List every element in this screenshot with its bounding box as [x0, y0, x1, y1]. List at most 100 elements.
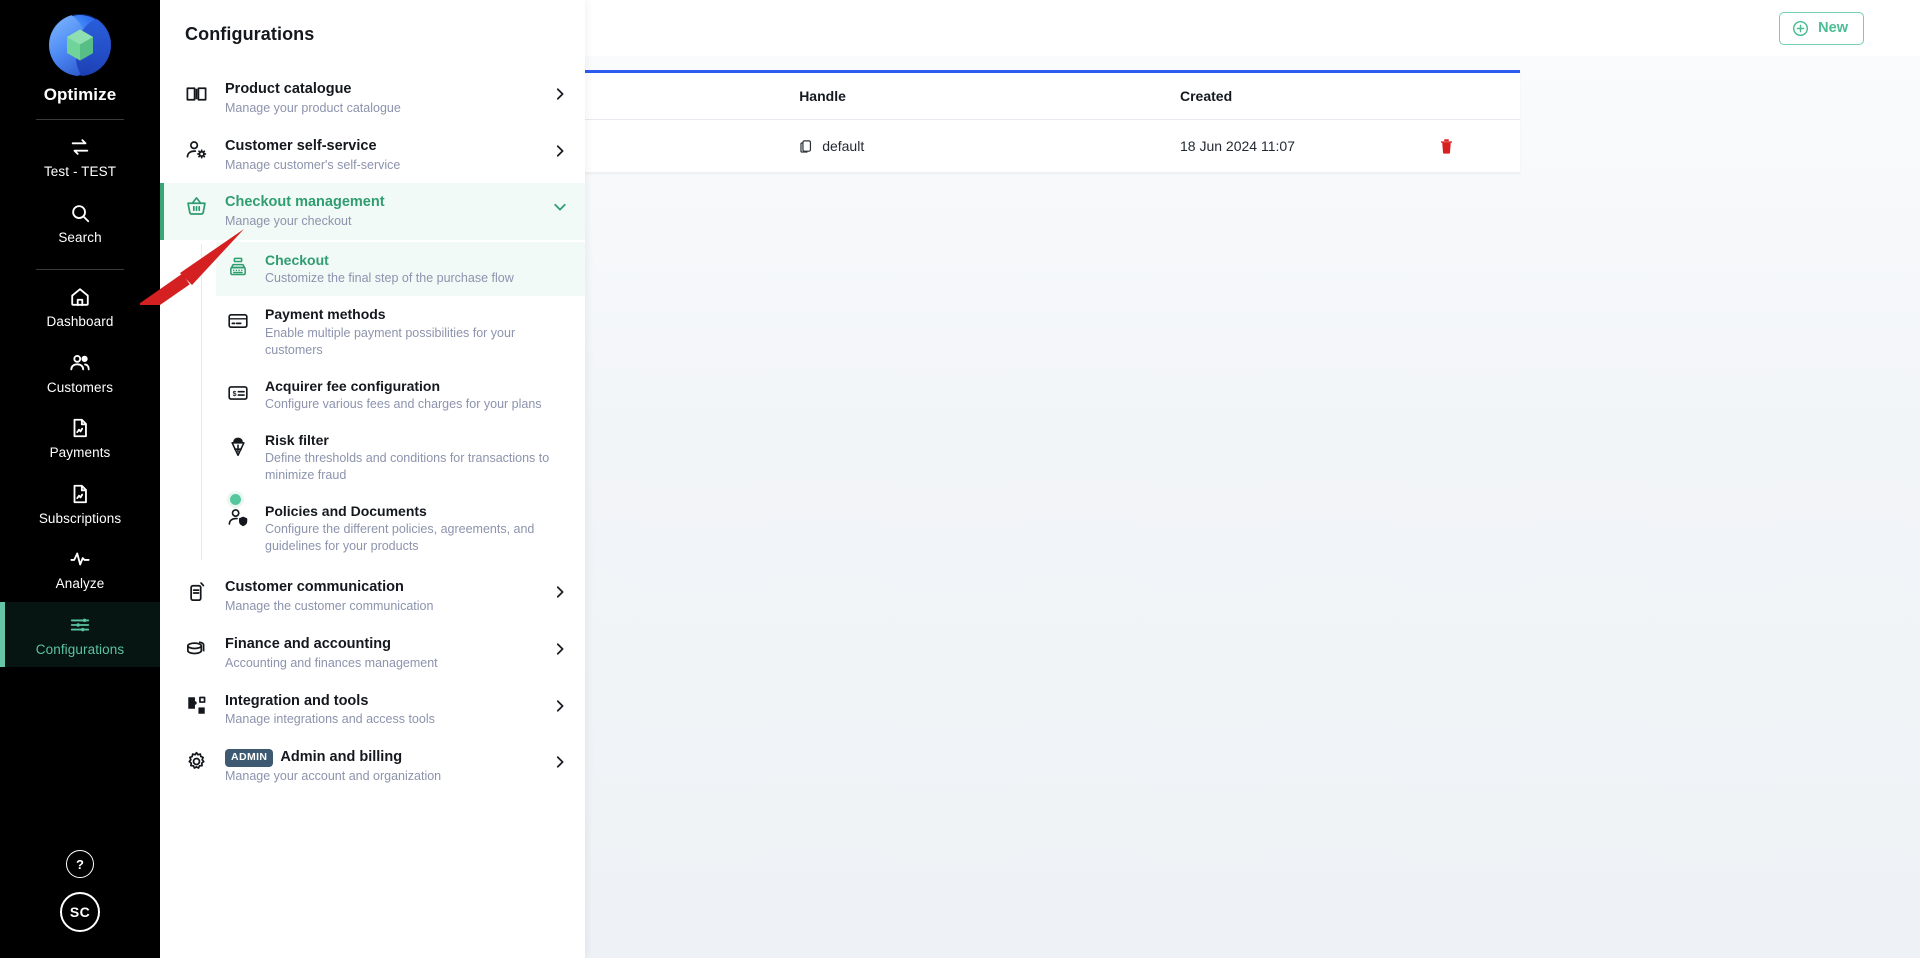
- sidebar-item-configurations[interactable]: Configurations: [0, 601, 160, 667]
- cell-handle: default: [799, 119, 1180, 174]
- rail-divider-2: [36, 269, 124, 270]
- credit-card-icon: [228, 314, 248, 329]
- app-root: Optimize Test - TEST Search Dashboard Cu…: [0, 0, 1920, 958]
- user-shield-icon: [228, 509, 248, 527]
- cash-register-icon: [230, 257, 246, 276]
- configurations-panel: Configurations Product catalogue Manage …: [160, 0, 585, 958]
- column-header-created[interactable]: Created: [1179, 73, 1439, 121]
- group-texts: ADMIN Admin and billing Manage your accou…: [225, 748, 536, 785]
- group-title: Checkout management: [225, 194, 385, 211]
- chevron-right-icon: [556, 699, 564, 712]
- sidebar-item-payments[interactable]: Payments: [0, 405, 160, 471]
- subitem-texts: Payment methods Enable multiple payment …: [265, 305, 567, 358]
- primary-sidebar: Optimize Test - TEST Search Dashboard Cu…: [0, 0, 160, 958]
- money-card-icon: $: [228, 385, 248, 400]
- sidebar-item-dashboard[interactable]: Dashboard: [0, 274, 160, 340]
- plus-circle-icon: [1793, 20, 1809, 36]
- sidebar-item-search[interactable]: Search: [0, 190, 160, 256]
- config-group-admin-and-billing[interactable]: ADMIN Admin and billing Manage your accou…: [160, 738, 585, 795]
- sidebar-label: Test - TEST: [43, 164, 117, 179]
- group-title: Finance and accounting: [225, 635, 391, 652]
- sidebar-label: Dashboard: [46, 314, 114, 329]
- chevron-right-icon: [556, 643, 564, 655]
- sidebar-label: Customers: [46, 379, 114, 395]
- gear-icon: [188, 752, 205, 770]
- sliders-icon: [70, 618, 90, 631]
- sidebar-label: Configurations: [35, 641, 125, 657]
- users-icon: [70, 354, 90, 370]
- group-texts: Customer communication Manage the custom…: [225, 578, 536, 615]
- subitem-subtitle: Configure various fees and charges for y…: [265, 396, 542, 411]
- sidebar-item-subscriptions[interactable]: Subscriptions: [0, 471, 160, 537]
- avatar[interactable]: SC: [60, 892, 100, 932]
- delete-row-button[interactable]: [1438, 137, 1455, 155]
- sidebar-item-test-test[interactable]: Test - TEST: [0, 124, 160, 190]
- sidebar-label: Analyze: [55, 576, 105, 591]
- config-subitem-payment-methods[interactable]: Payment methods Enable multiple payment …: [216, 296, 585, 367]
- document-chart-icon: [73, 418, 87, 438]
- copy-icon[interactable]: [799, 139, 814, 154]
- subitem-subtitle: Enable multiple payment possibilities fo…: [265, 325, 516, 357]
- config-group-checkout-management[interactable]: Checkout management Manage your checkout: [160, 183, 585, 241]
- cell-actions: [1438, 119, 1520, 174]
- subitem-title: Acquirer fee configuration: [265, 377, 441, 394]
- new-button[interactable]: New: [1779, 11, 1864, 45]
- config-group-customer-self-service[interactable]: Customer self-service Manage customer's …: [160, 127, 585, 184]
- group-title-row: ADMIN Admin and billing: [225, 748, 536, 767]
- search-icon: [72, 204, 90, 222]
- group-subtitle: Manage your checkout: [225, 214, 352, 229]
- svg-text:$: $: [233, 391, 237, 398]
- config-subitem-checkout[interactable]: Checkout Customize the final step of the…: [216, 242, 585, 297]
- config-group-product-catalogue[interactable]: Product catalogue Manage your product ca…: [160, 70, 585, 127]
- subitem-texts: Acquirer fee configuration Configure var…: [265, 377, 567, 413]
- handle-wrap: default: [799, 138, 1180, 154]
- subitem-subtitle: Configure the different policies, agreem…: [265, 522, 535, 554]
- subitem-subtitle: Define thresholds and conditions for tra…: [265, 450, 550, 482]
- switch-arrows-icon: [71, 139, 89, 155]
- group-title: Customer self-service: [225, 137, 377, 154]
- help-icon[interactable]: ?: [66, 850, 94, 878]
- optimize-logo-icon: [49, 14, 111, 76]
- config-group-integration-and-tools[interactable]: Integration and tools Manage integration…: [160, 682, 585, 739]
- cell-created: 18 Jun 2024 11:07: [1179, 119, 1439, 174]
- subitem-title: Policies and Documents: [265, 502, 427, 519]
- config-subitem-acquirer-fee-configuration[interactable]: $ Acquirer fee configuration Configure v…: [216, 368, 585, 422]
- subitem-subtitle: Customize the final step of the purchase…: [265, 271, 514, 286]
- rail-bottom-group: ? SC: [60, 850, 100, 958]
- group-subtitle: Manage your account and organization: [225, 769, 442, 784]
- book-open-icon: [186, 87, 207, 101]
- column-header-handle[interactable]: Handle: [799, 73, 1180, 121]
- sidebar-item-analyze[interactable]: Analyze: [0, 536, 160, 602]
- puzzle-icon: [188, 696, 206, 714]
- column-header-actions: [1438, 73, 1520, 121]
- chevron-right-icon: [556, 88, 564, 100]
- group-title: Integration and tools: [225, 692, 369, 709]
- group-title: Admin and billing: [280, 749, 403, 766]
- config-subitem-risk-filter[interactable]: Risk filter Define thresholds and condit…: [216, 422, 585, 493]
- rail-divider-1: [36, 119, 124, 120]
- subitem-texts: Checkout Customize the final step of the…: [265, 251, 567, 287]
- chevron-right-icon: [556, 756, 564, 768]
- group-texts: Finance and accounting Accounting and fi…: [225, 635, 536, 672]
- handle-value: default: [822, 138, 865, 155]
- group-title: Product catalogue: [225, 81, 352, 97]
- config-group-finance-and-accounting[interactable]: Finance and accounting Accounting and fi…: [160, 625, 585, 682]
- group-texts: Customer self-service Manage customer's …: [225, 137, 536, 174]
- subitem-title: Risk filter: [265, 431, 329, 448]
- group-subtitle: Manage integrations and access tools: [225, 712, 435, 727]
- group-subtitle: Manage your product catalogue: [225, 100, 401, 115]
- trash-icon: [1441, 139, 1453, 154]
- config-group-customer-communication[interactable]: Customer communication Manage the custom…: [160, 568, 585, 625]
- brand-logo[interactable]: Optimize: [44, 14, 117, 105]
- sidebar-item-customers[interactable]: Customers: [0, 340, 160, 406]
- status-dot-badge: [230, 493, 241, 505]
- panel-list: Product catalogue Manage your product ca…: [160, 70, 585, 795]
- chevron-right-icon: [556, 145, 564, 157]
- sidebar-label: Subscriptions: [38, 510, 122, 526]
- chevron-right-icon: [556, 586, 564, 598]
- risk-shield-icon: [231, 437, 245, 456]
- user-gear-icon: [186, 140, 207, 159]
- group-subtitle: Manage customer's self-service: [225, 157, 401, 172]
- hexagon-glyph: [67, 29, 93, 61]
- config-subitem-policies-and-documents[interactable]: Policies and Documents Configure the dif…: [216, 493, 585, 564]
